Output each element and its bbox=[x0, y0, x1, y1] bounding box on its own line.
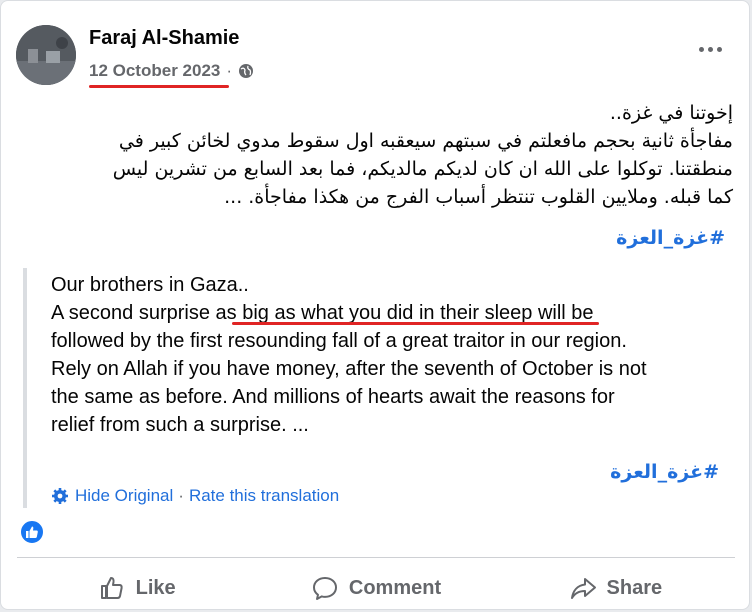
post-actions: Like Comment Share bbox=[17, 567, 735, 609]
comment-bubble-icon bbox=[312, 577, 337, 600]
translation-line: Rely on Allah if you have money, after t… bbox=[51, 358, 647, 380]
rate-translation-link[interactable]: Rate this translation bbox=[189, 486, 339, 506]
like-label: Like bbox=[135, 576, 176, 599]
more-options-icon[interactable] bbox=[695, 39, 725, 59]
translation-quote-bar bbox=[23, 268, 27, 508]
avatar[interactable] bbox=[16, 25, 76, 85]
share-arrow-icon bbox=[570, 578, 596, 599]
thumbs-up-icon bbox=[100, 577, 123, 599]
gear-icon[interactable] bbox=[51, 487, 69, 505]
action-divider bbox=[17, 557, 735, 558]
arabic-line: منطقتنا. توكلوا على الله ان كان لديكم ما… bbox=[112, 158, 733, 180]
link-separator: · bbox=[178, 486, 184, 505]
arabic-line: إخوتنا في غزة.. bbox=[609, 102, 733, 124]
post-meta: 12 October 2023 · bbox=[89, 59, 254, 83]
post-date[interactable]: 12 October 2023 bbox=[89, 61, 220, 81]
share-label: Share bbox=[606, 576, 663, 599]
like-button[interactable]: Like bbox=[17, 567, 256, 609]
phrase-annotation-underline bbox=[232, 322, 599, 325]
highlighted-phrase: as big as what you did in their sleep bbox=[215, 302, 533, 324]
translation-controls: Hide Original · Rate this translation bbox=[51, 485, 339, 507]
arabic-line: مفاجأة ثانية بحجم مافعلتم في سبتهم سيعقب… bbox=[118, 130, 733, 152]
translation-text: will be bbox=[532, 302, 594, 324]
translation-text: A second surprise bbox=[51, 302, 216, 324]
translation-line: Our brothers in Gaza.. bbox=[51, 274, 249, 296]
translation-line: followed by the first resounding fall of… bbox=[51, 330, 627, 352]
like-reaction-icon[interactable] bbox=[19, 519, 45, 545]
translated-hashtag-link[interactable]: #غزة_العزة bbox=[610, 461, 719, 483]
post-text-arabic: إخوتنا في غزة.. مفاجأة ثانية بحجم مافعلت… bbox=[13, 99, 733, 211]
share-button[interactable]: Share bbox=[496, 567, 735, 609]
translation-line: the same as before. And millions of hear… bbox=[51, 386, 615, 408]
comment-label: Comment bbox=[348, 576, 442, 599]
author-name[interactable]: Faraj Al-Shamie bbox=[89, 27, 239, 50]
comment-button[interactable]: Comment bbox=[256, 567, 495, 609]
date-annotation-underline bbox=[89, 85, 229, 88]
hide-original-link[interactable]: Hide Original bbox=[75, 486, 173, 506]
globe-icon[interactable] bbox=[238, 63, 254, 79]
translation-line: relief from such a surprise. ... bbox=[51, 414, 309, 436]
post-translation: Our brothers in Gaza.. A second surprise… bbox=[51, 271, 731, 439]
hashtag-link[interactable]: #غزة_العزة bbox=[616, 227, 725, 249]
arabic-line: كما قبله. وملايين القلوب تنتظر أسباب الف… bbox=[224, 186, 733, 208]
post-card: Faraj Al-Shamie 12 October 2023 · إخوتنا… bbox=[0, 0, 750, 610]
meta-separator: · bbox=[226, 61, 233, 80]
